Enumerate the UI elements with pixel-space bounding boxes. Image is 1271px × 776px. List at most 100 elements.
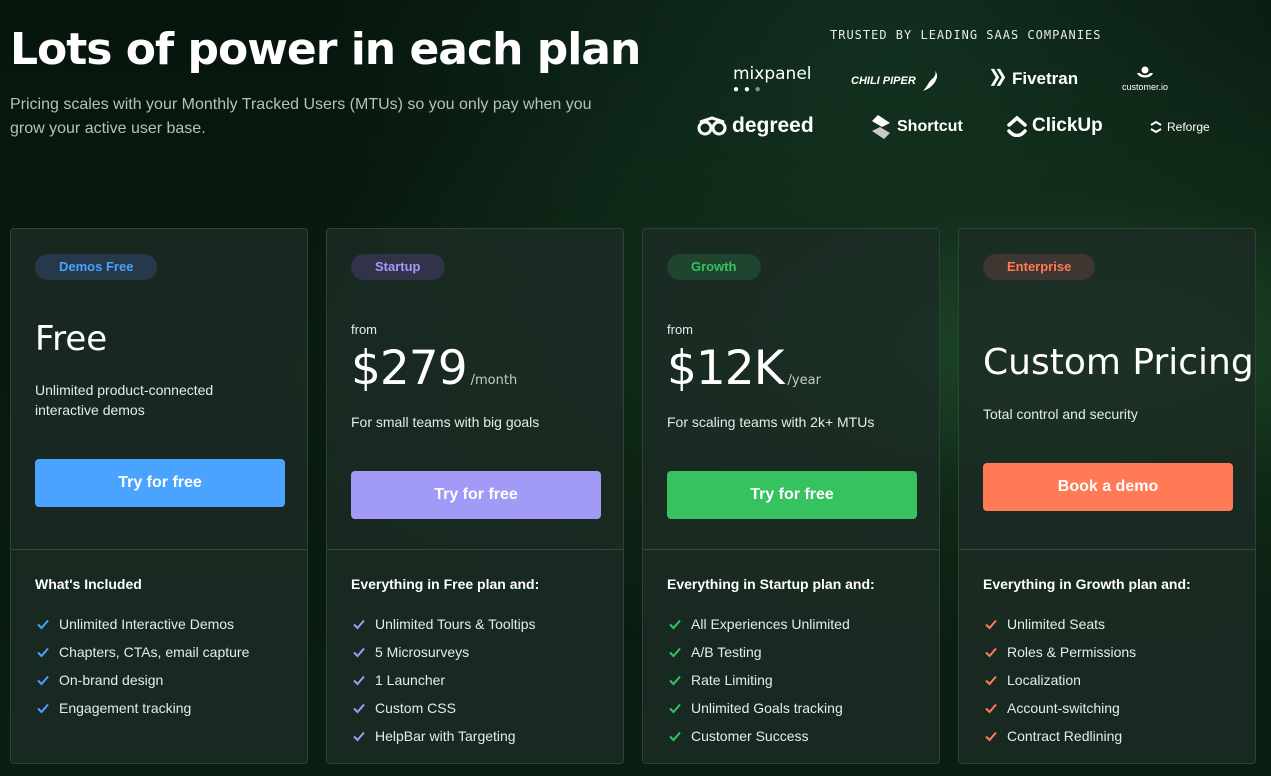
check-icon xyxy=(983,672,999,688)
plan-price: Free xyxy=(35,319,108,359)
feature-item: A/B Testing xyxy=(667,638,850,666)
plan-price: Custom Pricing xyxy=(983,342,1254,383)
logo-label: Reforge xyxy=(1167,120,1210,134)
logo-label: ClickUp xyxy=(1032,115,1103,136)
reforge-icon xyxy=(1150,121,1162,133)
plan-badge: Growth xyxy=(667,254,761,280)
logo-label: CHILI PIPER xyxy=(851,75,916,87)
shortcut-icon xyxy=(870,115,892,139)
price-from-label: from xyxy=(667,322,693,337)
fivetran-logo: Fivetran xyxy=(989,68,1078,90)
feature-list: All Experiences Unlimited A/B Testing Ra… xyxy=(667,610,850,750)
check-icon xyxy=(351,700,367,716)
book-a-demo-button[interactable]: Book a demo xyxy=(983,463,1233,511)
check-icon xyxy=(983,616,999,632)
trusted-title: TRUSTED BY LEADING SAAS COMPANIES xyxy=(830,28,1102,42)
feature-label: Unlimited Interactive Demos xyxy=(59,616,235,632)
feature-label: Account-switching xyxy=(1007,700,1120,716)
logo-label: mixpanel xyxy=(733,64,812,84)
feature-label: HelpBar with Targeting xyxy=(375,728,516,744)
feature-item: HelpBar with Targeting xyxy=(351,722,536,750)
fivetran-icon xyxy=(989,68,1007,90)
feature-item: Rate Limiting xyxy=(667,666,850,694)
price-from-label: from xyxy=(351,322,377,337)
card-divider xyxy=(959,549,1255,550)
feature-item: Roles & Permissions xyxy=(983,638,1136,666)
feature-list: Unlimited Tours & Tooltips 5 Microsurvey… xyxy=(351,610,536,750)
plan-card-enterprise: Enterprise Custom Pricing Total control … xyxy=(958,228,1256,764)
check-icon xyxy=(351,644,367,660)
check-icon xyxy=(667,616,683,632)
check-icon xyxy=(983,728,999,744)
logo-label: degreed xyxy=(732,114,814,137)
feature-item: Unlimited Seats xyxy=(983,610,1136,638)
mixpanel-logo: mixpanel ● ● ● xyxy=(733,64,812,96)
price-period: /month xyxy=(470,373,518,388)
chili-piper-logo: CHILI PIPER xyxy=(851,70,939,92)
features-title: Everything in Growth plan and: xyxy=(983,576,1191,592)
feature-label: Contract Redlining xyxy=(1007,728,1123,744)
check-icon xyxy=(351,728,367,744)
feature-item: Unlimited Interactive Demos xyxy=(35,610,249,638)
page-subtitle: Pricing scales with your Monthly Tracked… xyxy=(10,96,592,137)
feature-label: On-brand design xyxy=(59,672,164,688)
feature-item: On-brand design xyxy=(35,666,249,694)
check-icon xyxy=(35,644,51,660)
feature-label: Unlimited Tours & Tooltips xyxy=(375,616,536,632)
price-period: /year xyxy=(787,373,821,388)
features-title: Everything in Startup plan and: xyxy=(667,576,875,592)
degreed-logo: degreed xyxy=(697,114,814,138)
feature-list: Unlimited Interactive Demos Chapters, CT… xyxy=(35,610,249,722)
customer-io-icon xyxy=(1135,66,1155,80)
clickup-logo: ClickUp xyxy=(1007,115,1103,137)
feature-item: 1 Launcher xyxy=(351,666,536,694)
feature-label: 5 Microsurveys xyxy=(375,644,470,660)
feature-item: Custom CSS xyxy=(351,694,536,722)
plan-card-demos-free: Demos Free Free Unlimited product-connec… xyxy=(10,228,308,764)
feature-item: Customer Success xyxy=(667,722,850,750)
feature-label: Customer Success xyxy=(691,728,809,744)
logo-label: customer.io xyxy=(1122,82,1169,92)
chili-icon xyxy=(921,70,939,92)
feature-item: Account-switching xyxy=(983,694,1136,722)
feature-label: Rate Limiting xyxy=(691,672,773,688)
customer-io-logo: customer.io xyxy=(1122,66,1168,92)
try-for-free-button[interactable]: Try for free xyxy=(667,471,917,519)
check-icon xyxy=(667,644,683,660)
page-title: Lots of power in each plan xyxy=(10,24,641,75)
pricing-cards: Demos Free Free Unlimited product-connec… xyxy=(10,228,1260,768)
feature-item: 5 Microsurveys xyxy=(351,638,536,666)
feature-item: Localization xyxy=(983,666,1136,694)
price-amount: $279 xyxy=(351,341,468,396)
features-title: Everything in Free plan and: xyxy=(351,576,540,592)
feature-label: Chapters, CTAs, email capture xyxy=(59,644,250,660)
feature-label: All Experiences Unlimited xyxy=(691,616,850,632)
check-icon xyxy=(35,616,51,632)
plan-card-growth: Growth from $12K/year For scaling teams … xyxy=(642,228,940,764)
logo-label: Fivetran xyxy=(1012,69,1079,88)
feature-list: Unlimited Seats Roles & Permissions Loca… xyxy=(983,610,1136,750)
feature-label: Engagement tracking xyxy=(59,700,192,716)
try-for-free-button[interactable]: Try for free xyxy=(35,459,285,507)
feature-item: Unlimited Goals tracking xyxy=(667,694,850,722)
plan-price: $12K/year xyxy=(667,341,821,396)
feature-item: Chapters, CTAs, email capture xyxy=(35,638,249,666)
feature-label: Unlimited Seats xyxy=(1007,616,1106,632)
plan-description: For scaling teams with 2k+ MTUs xyxy=(667,414,875,430)
features-title: What's Included xyxy=(35,576,142,592)
check-icon xyxy=(983,700,999,716)
try-for-free-button[interactable]: Try for free xyxy=(351,471,601,519)
feature-item: Engagement tracking xyxy=(35,694,249,722)
feature-label: Custom CSS xyxy=(375,700,456,716)
plan-description: For small teams with big goals xyxy=(351,414,540,430)
feature-item: All Experiences Unlimited xyxy=(667,610,850,638)
plan-badge: Startup xyxy=(351,254,445,280)
feature-label: Localization xyxy=(1007,672,1081,688)
check-icon xyxy=(351,616,367,632)
degreed-icon xyxy=(697,116,727,136)
card-divider xyxy=(643,549,939,550)
card-divider xyxy=(11,549,307,550)
feature-item: Unlimited Tours & Tooltips xyxy=(351,610,536,638)
plan-badge: Enterprise xyxy=(983,254,1096,280)
check-icon xyxy=(351,672,367,688)
